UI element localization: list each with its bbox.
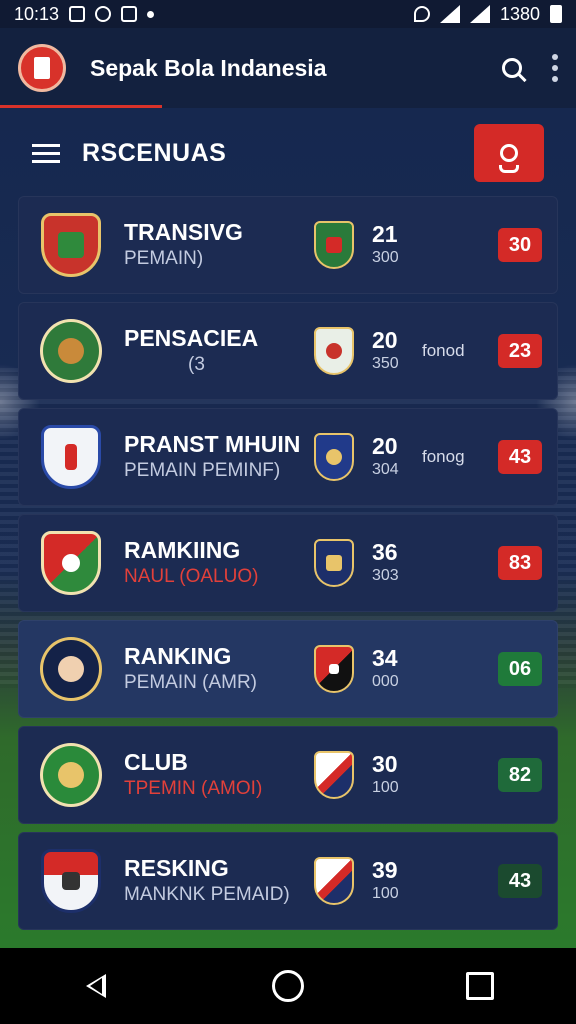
list-item[interactable]: RAMKIING NAUL (OALUO) 36 303 83 [18,514,558,612]
recent-apps-icon [466,972,494,1000]
form-text: fonod [422,341,465,360]
search-button[interactable] [492,48,532,88]
form-text: fonog [422,447,465,466]
score-detail: 000 [372,673,399,690]
points-badge: 83 [498,546,542,580]
hamburger-icon [32,143,60,147]
search-icon [502,58,522,78]
score: 36 [372,539,398,565]
score-detail: 303 [372,567,399,584]
user-icon [499,144,519,173]
score-detail: 100 [372,885,399,902]
points-badge: 43 [498,864,542,898]
opponent-crest-icon [314,539,354,587]
score-detail: 100 [372,779,399,796]
score: 39 [372,857,398,883]
battery-text: 1380 [499,3,540,24]
system-navigation-bar [0,948,576,1024]
back-icon [86,974,106,998]
team-name: RANKING [124,643,232,669]
score: 30 [372,751,398,777]
location-icon [413,6,430,22]
more-options-button[interactable] [552,54,558,82]
opponent-crest-icon [314,645,354,693]
team-name: TRANSIVG [124,219,243,245]
battery-icon [550,5,562,23]
score-detail: 350 [372,355,399,372]
team-subtitle: PEMAIN) [124,248,204,269]
list-item[interactable]: PENSACIEA (3 20 350 fonod 23 [18,302,558,400]
club-crest-icon [40,634,102,704]
opponent-crest-icon [314,221,354,269]
team-name: RESKING [124,855,229,881]
points-badge: 82 [498,758,542,792]
team-subtitle: TPEMIN (AMOI) [124,778,263,799]
team-name: CLUB [124,749,188,775]
opponent-crest-icon [314,857,354,905]
team-subtitle: MANKNK PEMAID) [124,884,290,905]
score: 21 [372,221,398,247]
team-name: PRANST MHUIN [124,431,301,457]
section-title: RSCENUAS [82,138,227,167]
app-logo-icon [18,44,66,92]
app-notification-icon [121,6,138,22]
home-button[interactable] [258,956,318,1016]
more-vert-icon [552,54,558,60]
score: 20 [372,433,398,459]
points-badge: 43 [498,440,542,474]
score: 34 [372,645,398,671]
opponent-crest-icon [314,327,354,375]
notification-icon [69,6,86,22]
recent-apps-button[interactable] [450,956,510,1016]
club-crest-icon [40,528,102,598]
home-icon [272,970,304,1002]
points-badge: 30 [498,228,542,262]
opponent-crest-icon [314,433,354,481]
signal-icon-2 [469,5,490,23]
dot-icon [147,10,155,18]
list-item[interactable]: RESKING MANKNK PEMAID) 39 100 43 [18,832,558,930]
team-subtitle: PEMAIN (AMR) [124,672,257,693]
points-badge: 06 [498,652,542,686]
points-badge: 23 [498,334,542,368]
status-bar: 10:13 1380 [0,0,576,28]
status-time: 10:13 [14,3,60,24]
list-item[interactable]: PRANST MHUIN PEMAIN PEMINF) 20 304 fonog… [18,408,558,506]
score-detail: 304 [372,461,399,478]
wifi-icon [95,6,112,22]
tab-indicator [0,105,162,108]
app-bar: Sepak Bola Indanesia [0,28,576,108]
list-item[interactable]: CLUB TPEMIN (AMOI) 30 100 82 [18,726,558,824]
team-name: RAMKIING [124,537,241,563]
list-item[interactable]: RANKING PEMAIN (AMR) 34 000 06 [18,620,558,718]
list-item[interactable]: TRANSIVG PEMAIN) 21 300 30 [18,196,558,294]
user-button[interactable] [474,124,544,182]
team-subtitle: PEMAIN PEMINF) [124,460,281,481]
club-crest-icon [40,846,102,916]
club-crest-icon [40,740,102,810]
club-crest-icon [40,210,102,280]
club-crest-icon [40,316,102,386]
team-subtitle: NAUL (OALUO) [124,566,259,587]
app-title: Sepak Bola Indanesia [90,54,327,81]
back-button[interactable] [66,956,126,1016]
team-subtitle: (3 [188,354,205,375]
score-detail: 300 [372,249,399,266]
score: 20 [372,327,398,353]
opponent-crest-icon [314,751,354,799]
signal-icon [439,5,460,23]
standings-list: TRANSIVG PEMAIN) 21 300 30 PENSACIEA (3 … [18,196,558,938]
menu-button[interactable] [32,143,60,163]
section-header: RSCENUAS [0,118,576,188]
team-name: PENSACIEA [124,325,259,351]
club-crest-icon [40,422,102,492]
